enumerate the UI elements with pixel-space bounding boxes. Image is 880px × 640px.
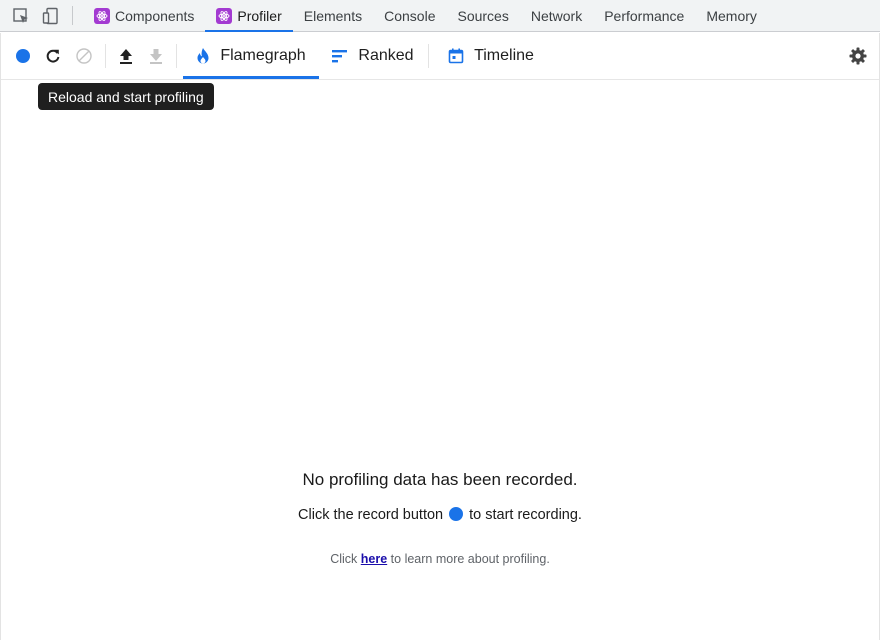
hint-text-before: Click the record button — [298, 507, 444, 523]
empty-state-hint: Click the record button to start recordin… — [0, 507, 880, 523]
tab-label: Console — [384, 7, 436, 24]
learn-more-prefix: Click — [330, 552, 358, 566]
tab-label: Components — [115, 7, 195, 24]
tab-components[interactable]: Components — [83, 0, 205, 31]
learn-more-line: Click here to learn more about profiling… — [0, 552, 880, 566]
profiler-toolbar: Flamegraph Ranked Timeline — [0, 33, 880, 80]
tab-timeline-label: Timeline — [474, 47, 534, 64]
record-button-inline[interactable] — [449, 507, 464, 521]
toolbar-divider — [72, 6, 73, 25]
clear-profiling-data-button[interactable] — [73, 33, 95, 79]
flame-icon — [197, 48, 209, 64]
tab-label: Memory — [706, 7, 757, 24]
tab-label: Performance — [604, 7, 685, 24]
save-profile-button[interactable] — [145, 33, 167, 79]
toolbar-divider — [105, 44, 106, 68]
hint-text-after: to start recording. — [469, 507, 582, 523]
reload-and-profile-button[interactable] — [43, 33, 63, 79]
tab-performance[interactable]: Performance — [593, 0, 695, 31]
download-icon — [150, 49, 162, 64]
upload-icon — [120, 49, 132, 64]
tab-ranked-label: Ranked — [358, 47, 414, 64]
learn-more-link[interactable]: here — [361, 552, 387, 566]
tab-label: Network — [530, 7, 583, 24]
tab-elements[interactable]: Elements — [293, 0, 373, 31]
ranked-bars-icon — [332, 50, 348, 63]
settings-button[interactable] — [846, 33, 870, 79]
learn-more-suffix: to learn more about profiling. — [390, 552, 550, 566]
tab-label: Sources — [457, 7, 509, 24]
tab-timeline[interactable]: Timeline — [440, 33, 542, 79]
tab-memory[interactable]: Memory — [695, 0, 768, 31]
panel-left-border — [0, 33, 1, 640]
tab-profiler[interactable]: Profiler — [205, 0, 294, 32]
toolbar-divider — [176, 44, 177, 68]
react-icon — [94, 7, 110, 24]
react-icon — [216, 7, 233, 24]
tab-flamegraph-label: Flamegraph — [220, 47, 306, 64]
tab-console[interactable]: Console — [373, 0, 446, 31]
gear-icon — [849, 47, 867, 65]
clear-icon — [76, 48, 92, 64]
record-icon — [16, 49, 30, 63]
devtools-tab-bar: Components Profiler Elements Console Sou… — [0, 0, 880, 32]
empty-state-title: No profiling data has been recorded. — [302, 470, 578, 489]
record-button[interactable] — [13, 33, 33, 79]
tab-label: Profiler — [237, 7, 282, 24]
inspect-element-icon[interactable] — [6, 0, 36, 31]
load-profile-button[interactable] — [115, 33, 137, 79]
tab-ranked[interactable]: Ranked — [328, 33, 418, 79]
tab-label: Elements — [303, 7, 363, 24]
reload-icon — [46, 49, 60, 63]
reload-tooltip: Reload and start profiling — [38, 83, 214, 110]
tab-sources[interactable]: Sources — [446, 0, 519, 31]
tab-flamegraph[interactable]: Flamegraph — [183, 33, 319, 79]
toolbar-divider — [428, 44, 429, 68]
tab-network[interactable]: Network — [520, 0, 593, 31]
device-toolbar-icon[interactable] — [36, 0, 66, 31]
calendar-icon — [448, 48, 464, 64]
